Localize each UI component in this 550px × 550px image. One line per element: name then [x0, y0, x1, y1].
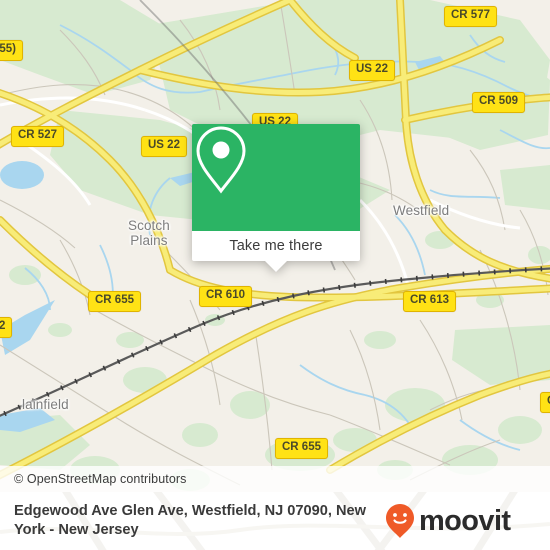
- map-screenshot: Scotch Plains Westfield lainfield CR 577 US…: [0, 0, 550, 550]
- location-title: Edgewood Ave Glen Ave, Westfield, NJ 070…: [14, 503, 366, 538]
- moovit-wordmark: moovit: [419, 504, 511, 537]
- destination-popup-card[interactable]: Take me there: [192, 124, 360, 272]
- road-shield: CR 613: [403, 291, 456, 312]
- road-shield: 2: [0, 317, 13, 338]
- take-me-there-button[interactable]: Take me there: [192, 231, 360, 261]
- popup-icon-area: [192, 124, 360, 231]
- road-shield: CR 655: [88, 291, 141, 312]
- map-canvas[interactable]: Scotch Plains Westfield lainfield CR 577 US…: [0, 0, 550, 492]
- road-shield: US 22: [141, 136, 187, 157]
- location-pin-icon: [196, 126, 246, 194]
- place-label-scotch-plains: Scotch Plains: [128, 218, 170, 248]
- take-me-there-label: Take me there: [229, 238, 323, 254]
- osm-attribution-text: © OpenStreetMap contributors: [14, 472, 187, 486]
- road-shield: CR 610: [199, 286, 252, 307]
- road-shield: CR 509: [472, 92, 525, 113]
- popup-pointer-tip: [265, 261, 287, 272]
- moovit-brand[interactable]: moovit: [385, 503, 511, 539]
- road-shield: CR 577: [444, 6, 497, 27]
- moovit-pin-smile-icon: [386, 504, 414, 538]
- place-label-westfield: Westfield: [393, 203, 450, 218]
- place-label-plainfield: lainfield: [22, 397, 69, 412]
- footer-bar: Edgewood Ave Glen Ave, Westfield, NJ 070…: [0, 492, 550, 550]
- road-shield: 655): [0, 40, 24, 61]
- road-shield: C: [540, 392, 550, 413]
- road-shield: CR 655: [275, 438, 328, 459]
- map-attribution-bar: © OpenStreetMap contributors: [0, 466, 550, 492]
- road-shield: US 22: [349, 60, 395, 81]
- road-shield: CR 527: [11, 126, 64, 147]
